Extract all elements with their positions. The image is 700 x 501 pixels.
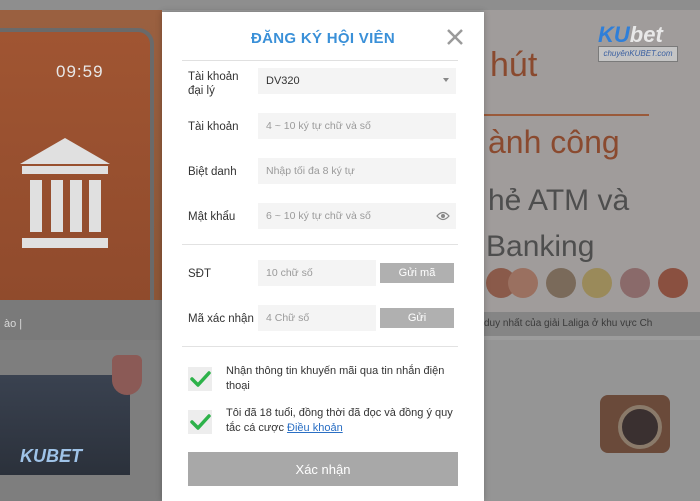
bank-icon	[20, 138, 110, 248]
agent-account-label: Tài khoản đại lý	[188, 71, 239, 97]
bank-logo-icon	[582, 268, 612, 298]
close-icon[interactable]	[444, 26, 466, 48]
chevron-down-icon	[443, 78, 449, 82]
terms-checkbox[interactable]	[188, 410, 212, 434]
modal-title: ĐĂNG KÝ HỘI VIÊN	[251, 30, 395, 47]
account-field	[258, 113, 456, 139]
terms-link[interactable]: Điều khoản	[287, 422, 343, 434]
agent-account-select[interactable]: DV320	[258, 68, 456, 94]
verification-code-label: Mã xác nhận	[188, 313, 254, 325]
phone-clock: 09:59	[56, 62, 104, 81]
bank-logo-icon	[620, 268, 650, 298]
phone-field	[258, 260, 376, 286]
club-badge-icon	[112, 355, 142, 395]
left-footer-text: ào |	[4, 318, 23, 330]
nickname-label: Biệt danh	[188, 166, 237, 178]
eye-icon[interactable]	[436, 210, 450, 222]
send-code-button[interactable]: Gửi mã	[380, 263, 454, 283]
lower-kubet-logo: KUBET	[20, 446, 82, 466]
phone-input[interactable]	[258, 260, 376, 286]
checkmark-icon	[190, 414, 211, 430]
bank-logo-icon	[546, 268, 576, 298]
headline-divider	[484, 114, 649, 116]
terms-consent-text: Tôi đã 18 tuổi, đồng thời đã đọc và đồng…	[226, 406, 456, 436]
headline-line-2: ành công	[488, 124, 620, 160]
password-label: Mật khẩu	[188, 211, 236, 223]
bank-logos-row	[484, 268, 700, 304]
phone-label: SĐT	[188, 268, 211, 280]
news-ticker: duy nhất của giải Laliga ở khu vực Ch	[484, 312, 700, 336]
send-button[interactable]: Gửi	[380, 308, 454, 328]
verification-code-input[interactable]	[258, 305, 376, 331]
left-footer-bar: ào |	[0, 300, 162, 340]
register-modal: ĐĂNG KÝ HỘI VIÊN Tài khoản đại lý DV320 …	[162, 12, 484, 501]
logo-bet: bet	[629, 22, 663, 47]
bank-logo-icon	[658, 268, 688, 298]
verification-code-field	[258, 305, 376, 331]
checkmark-icon	[190, 371, 211, 387]
promo-consent-text: Nhận thông tin khuyến mãi qua tin nhắn đ…	[226, 365, 445, 392]
headline-line-1: hút	[490, 46, 538, 84]
logo-url: chuyênKUBET.com	[598, 46, 678, 62]
background-top-bar	[0, 0, 700, 10]
password-field	[258, 203, 456, 229]
account-input[interactable]	[258, 113, 456, 139]
title-divider	[182, 60, 458, 61]
agent-account-value: DV320	[266, 75, 300, 87]
nickname-input[interactable]	[258, 158, 456, 184]
kubet-logo: KUbet	[598, 22, 663, 48]
submit-button[interactable]: Xác nhận	[188, 452, 458, 486]
promo-consent-row: Nhận thông tin khuyến mãi qua tin nhắn đ…	[188, 364, 458, 394]
bank-logo-icon	[508, 268, 538, 298]
terms-consent-row: Tôi đã 18 tuổi, đồng thời đã đọc và đồng…	[188, 406, 458, 438]
account-label: Tài khoản	[188, 121, 239, 133]
section-divider	[182, 244, 458, 245]
section-divider	[182, 346, 458, 347]
password-input[interactable]	[258, 203, 456, 229]
headline-line-3: hẻ ATM và	[488, 184, 630, 217]
nickname-field	[258, 158, 456, 184]
promo-checkbox[interactable]	[188, 367, 212, 391]
camera-lens	[618, 405, 662, 449]
logo-ku: KU	[598, 22, 630, 47]
headline-line-4: Banking	[486, 230, 595, 263]
